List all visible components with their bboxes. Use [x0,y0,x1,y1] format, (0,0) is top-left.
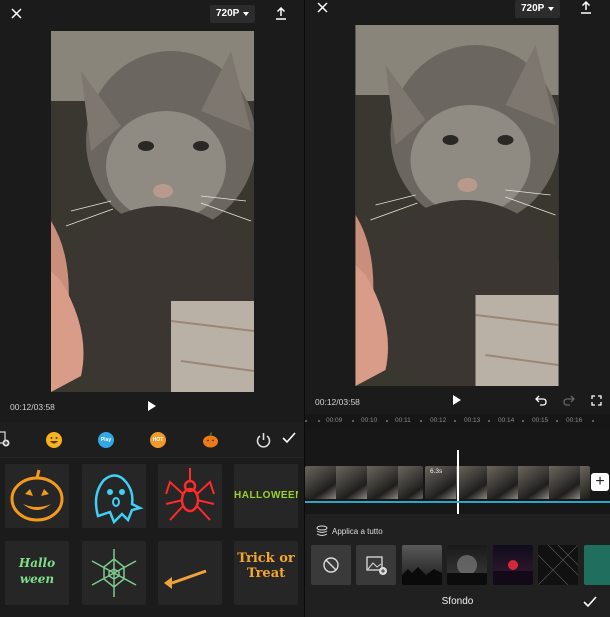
add-clip-button[interactable]: + [591,473,609,491]
fullscreen-icon[interactable] [591,395,602,406]
timeline-ruler: 00:09 00:10 00:11 00:12 00:13 00:14 00:1… [305,414,610,430]
hot-category-icon[interactable]: HOT [150,432,166,448]
none-icon [323,557,339,573]
background-option[interactable] [538,545,578,585]
clip-frame [518,466,550,499]
resolution-label: 720P [521,3,545,14]
no-background-option[interactable] [311,545,351,585]
trick-or-treat-sticker[interactable]: Trick or Treat [234,541,298,605]
play-icon[interactable] [148,401,156,411]
sticker-editor-panel: 720P 00:12/03:58 Play HOT HALLOWEEN Hall… [0,0,304,617]
background-option[interactable] [584,545,610,585]
clip-frame [398,466,423,499]
ruler-tick: 00:09 [326,417,343,424]
ruler-dot [488,420,490,422]
clip-duration: 6.3s [430,468,443,475]
playback-time: 00:12/03:58 [10,402,55,412]
hallo-ween-text-sticker[interactable]: Hallo ween [5,541,69,605]
background-option[interactable] [493,545,533,585]
undo-icon[interactable] [535,395,547,406]
clip-frame [580,466,590,499]
ruler-tick: 00:11 [395,417,411,424]
ruler-tick: 00:10 [361,417,378,424]
sticker-category-bar: Play HOT [0,422,304,458]
clip-frame [367,466,399,499]
broom-sticker[interactable] [158,541,222,605]
play-category-icon[interactable]: Play [98,432,114,448]
ruler-dot [420,420,422,422]
timeline-track[interactable]: 6.3s + [305,430,610,516]
ruler-dot [454,420,456,422]
resolution-label: 720P [216,8,240,19]
clip-frame [336,466,368,499]
apply-all-button[interactable]: Applica a tutto [332,527,383,536]
video-clip[interactable] [305,466,423,499]
ruler-tick: 00:14 [498,417,515,424]
export-icon[interactable] [275,7,287,20]
playhead[interactable] [457,450,459,516]
audio-track-line [305,501,610,503]
add-image-icon [366,556,387,575]
ghost-sticker[interactable] [82,464,146,528]
sticker-add-icon[interactable] [0,431,10,447]
play-icon[interactable] [453,395,461,405]
redo-icon[interactable] [563,395,575,406]
confirm-check-icon[interactable] [282,432,296,444]
ruler-dot [318,420,320,422]
clip-frame [305,466,337,499]
close-icon[interactable] [11,8,22,19]
layers-icon [316,525,328,536]
halloween-text: HALLOWEEN [234,490,298,501]
close-icon[interactable] [317,2,328,13]
ruler-dot [386,420,388,422]
ruler-tick: 00:12 [430,417,447,424]
ruler-dot [592,420,594,422]
panel-title: Sfondo [441,596,474,607]
ruler-dot [556,420,558,422]
ruler-tick: 00:15 [532,417,549,424]
ruler-dot [522,420,524,422]
background-option[interactable] [447,545,487,585]
background-editor-panel: 720P 00:12/03:58 00:09 00:10 00:11 00:12… [305,0,610,617]
chevron-down-icon [243,12,250,16]
clip-frame [456,466,488,499]
cat-photo [51,31,254,392]
spiderweb-sticker[interactable] [82,541,146,605]
sticker-grid: HALLOWEEN Hallo ween Trick or Treat [0,458,304,617]
video-clip[interactable]: 6.3s [425,466,590,499]
clip-frame [487,466,519,499]
halloween-text-sticker[interactable]: HALLOWEEN [234,464,298,528]
export-icon[interactable] [580,1,592,14]
background-options-panel: Applica a tutto Sfondo [305,514,610,617]
video-preview[interactable] [355,25,559,386]
power-category-icon[interactable] [256,432,271,448]
pumpkin-sticker[interactable] [5,464,69,528]
resolution-selector[interactable]: 720P [210,5,256,23]
ruler-dot [352,420,354,422]
trick-or-treat-text: Trick or Treat [237,551,295,581]
spider-sticker[interactable] [158,464,222,528]
emoji-category-icon[interactable] [46,432,62,448]
chevron-down-icon [548,7,555,11]
cat-photo [355,25,559,386]
ruler-tick: 00:16 [566,417,583,424]
add-image-background-option[interactable] [356,545,396,585]
ruler-dot [305,420,307,422]
resolution-selector[interactable]: 720P [515,0,561,18]
video-preview[interactable] [51,31,254,392]
ruler-tick: 00:13 [464,417,481,424]
pumpkin-category-icon[interactable] [202,432,219,448]
confirm-check-icon[interactable] [583,596,597,608]
background-option[interactable] [402,545,442,585]
hallo-ween-text: Hallo ween [18,556,56,586]
clip-frame [549,466,581,499]
playback-time: 00:12/03:58 [315,397,360,407]
